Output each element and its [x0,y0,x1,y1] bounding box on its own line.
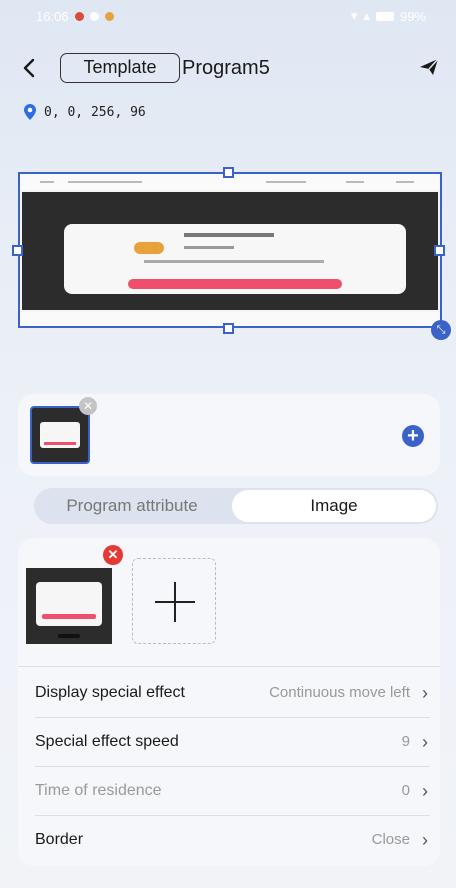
attribute-tabs: Program attribute Image [34,488,438,524]
tab-image[interactable]: Image [232,490,436,522]
send-button[interactable] [418,57,442,79]
preview-dialog [64,224,406,294]
chevron-left-icon [23,58,35,78]
chevron-right-icon: › [422,781,428,801]
resize-handle-right[interactable] [434,245,445,256]
resize-corner-icon[interactable]: ⤡ [431,320,451,340]
remove-program-icon[interactable]: ✕ [79,397,97,415]
chevron-right-icon: › [422,683,428,703]
notification-icon [74,11,84,21]
add-image-button[interactable] [132,558,216,644]
tab-program-attribute[interactable]: Program attribute [34,488,230,524]
status-bar: 16:06 ▾ ▴ 99% [0,0,456,32]
resize-handle-bottom[interactable] [223,323,234,334]
notification-icon [89,11,99,21]
setting-label: Special effect speed [35,733,179,750]
setting-value: 9 [401,733,410,750]
program-preview-canvas[interactable] [18,172,442,328]
add-program-button[interactable]: + [402,425,424,447]
program-thumbnail[interactable] [30,406,90,464]
battery-level: 99% [399,8,426,24]
setting-border[interactable]: Border Close › [18,816,440,864]
header: Template Program5 [0,48,456,88]
location-pin-icon [24,104,36,120]
signal-icon: ▴ [363,8,370,23]
wifi-icon: ▾ [350,8,358,23]
status-left: 16:06 [36,9,114,24]
back-button[interactable] [22,54,46,82]
chevron-right-icon: › [422,732,428,752]
notification-icon [104,11,114,21]
template-button[interactable]: Template [60,53,180,83]
setting-label: Border [35,831,84,848]
battery-icon [375,11,394,21]
setting-value: Close [371,831,410,848]
page-title: Program5 [182,57,270,79]
image-thumbnail[interactable] [26,558,112,644]
setting-label: Display special effect [35,684,185,701]
send-icon [420,58,439,75]
preview-image [22,192,438,322]
resize-handle-top[interactable] [223,167,234,178]
setting-label: Time of residence [35,782,162,799]
remove-image-icon[interactable]: ✕ [103,545,123,565]
program-thumbnails: ✕ + [18,394,440,476]
image-settings-panel: ✕ Display special effect Continuous move… [18,538,440,866]
setting-display-special-effect[interactable]: Display special effect Continuous move l… [18,669,440,717]
setting-time-of-residence[interactable]: Time of residence 0 › [18,767,440,815]
status-right: ▾ ▴ 99% [351,8,426,24]
location-row: 0, 0, 256, 96 [24,104,146,120]
chevron-right-icon: › [422,830,428,850]
resize-handle-left[interactable] [12,245,23,256]
setting-special-effect-speed[interactable]: Special effect speed 9 › [18,718,440,766]
plus-circle-icon: + [407,425,419,447]
setting-value: 0 [401,782,410,799]
setting-value: Continuous move left [269,684,410,701]
status-time: 16:06 [36,8,69,24]
position-coordinates: 0, 0, 256, 96 [44,104,146,120]
divider [18,666,440,667]
